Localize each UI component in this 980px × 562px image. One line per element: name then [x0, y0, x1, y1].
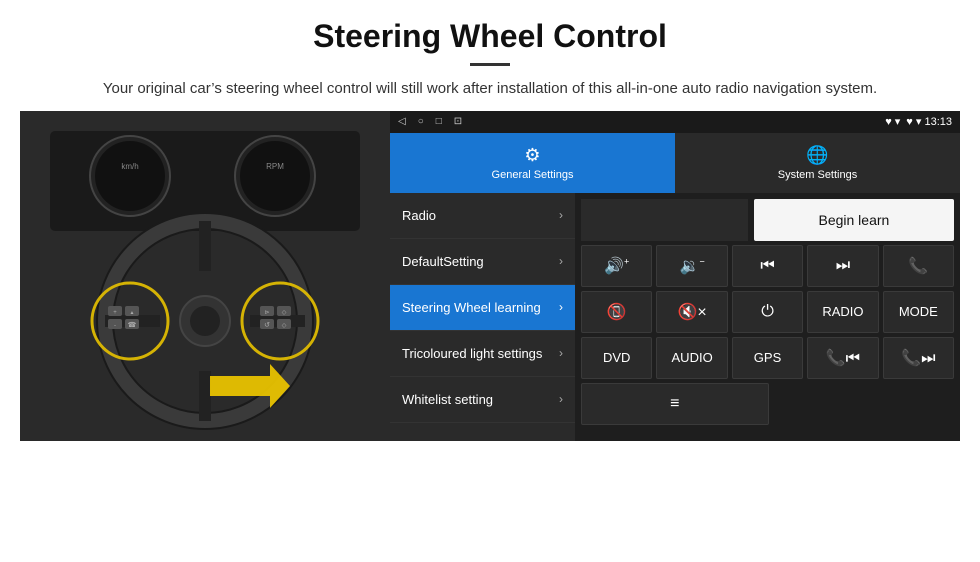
- tab-system-settings[interactable]: 🌐 System Settings: [675, 133, 960, 193]
- svg-text:km/h: km/h: [121, 162, 138, 171]
- sidebar: Radio › DefaultSetting › Steering Wheel …: [390, 193, 575, 441]
- steering-wheel-image: km/h RPM: [20, 111, 390, 441]
- power-icon: ⏻: [761, 303, 774, 321]
- general-settings-icon: ⚙: [524, 145, 540, 166]
- tab-general-label: General Settings: [492, 169, 574, 181]
- audio-button[interactable]: AUDIO: [656, 337, 727, 379]
- chevron-icon: ›: [559, 300, 563, 314]
- chevron-icon: ›: [559, 254, 563, 268]
- audio-label: AUDIO: [672, 350, 713, 365]
- device-panel: ◁ ○ □ ⊡ ♥ ▾ ♥ ▾ 13:13 ⚙ General Settings…: [390, 111, 960, 441]
- tel-prev-button[interactable]: 📞⏮: [807, 337, 878, 379]
- gps-button[interactable]: GPS: [732, 337, 803, 379]
- sidebar-item-default[interactable]: DefaultSetting ›: [390, 239, 575, 285]
- tab-system-label: System Settings: [778, 169, 857, 181]
- control-row-2: 📵 🔇× ⏻ RADIO MODE: [581, 291, 954, 333]
- svg-text:-: -: [114, 323, 116, 329]
- sidebar-default-label: DefaultSetting: [402, 254, 484, 269]
- time-display: ♥ ▾ 13:13: [906, 115, 952, 128]
- svg-text:+: +: [113, 310, 117, 316]
- tab-general-settings[interactable]: ⚙ General Settings: [390, 133, 675, 193]
- page-title: Steering Wheel Control: [40, 18, 940, 55]
- home-icon[interactable]: ○: [418, 116, 424, 127]
- control-row-3: DVD AUDIO GPS 📞⏮ 📞⏭: [581, 337, 954, 379]
- svg-text:☎: ☎: [128, 321, 137, 329]
- signal-icon: ♥ ▾: [885, 115, 900, 128]
- control-panel: Begin learn 🔊+ 🔉− ⏮ ⏭: [575, 193, 960, 441]
- radio-button[interactable]: RADIO: [807, 291, 878, 333]
- tel-next-button[interactable]: 📞⏭: [883, 337, 954, 379]
- hangup-button[interactable]: 📵: [581, 291, 652, 333]
- next-track-button[interactable]: ⏭: [807, 245, 878, 287]
- prev-track-icon: ⏮: [760, 257, 774, 275]
- phone-answer-button[interactable]: 📞: [883, 245, 954, 287]
- mode-label: MODE: [899, 304, 938, 319]
- list-button[interactable]: ≡: [581, 383, 769, 425]
- svg-text:◇: ◇: [282, 310, 287, 316]
- mute-icon: 🔇×: [677, 302, 706, 322]
- back-icon[interactable]: ◁: [398, 116, 406, 127]
- sidebar-steering-label: Steering Wheel learning: [402, 300, 541, 315]
- list-icon: ≡: [670, 395, 679, 413]
- mode-button[interactable]: MODE: [883, 291, 954, 333]
- content-area: km/h RPM: [0, 111, 980, 451]
- mute-button[interactable]: 🔇×: [656, 291, 727, 333]
- dvd-button[interactable]: DVD: [581, 337, 652, 379]
- power-button[interactable]: ⏻: [732, 291, 803, 333]
- begin-learn-row: Begin learn: [581, 199, 954, 241]
- hangup-icon: 📵: [607, 302, 627, 322]
- begin-learn-spacer: [581, 199, 748, 241]
- status-bar: ◁ ○ □ ⊡ ♥ ▾ ♥ ▾ 13:13: [390, 111, 960, 133]
- svg-text:⊳: ⊳: [264, 310, 269, 316]
- begin-learn-button[interactable]: Begin learn: [754, 199, 954, 241]
- gps-label: GPS: [754, 350, 781, 365]
- control-row-extra: ≡: [581, 383, 954, 425]
- sidebar-item-tricoloured[interactable]: Tricoloured light settings ›: [390, 331, 575, 377]
- page-subtitle: Your original car’s steering wheel contr…: [40, 78, 940, 101]
- volume-up-icon: 🔊+: [604, 256, 629, 276]
- sidebar-tricoloured-label: Tricoloured light settings: [402, 346, 542, 361]
- sidebar-radio-label: Radio: [402, 208, 436, 223]
- dvd-label: DVD: [603, 350, 630, 365]
- menu-icon[interactable]: ⊡: [454, 116, 462, 127]
- svg-text:▲: ▲: [130, 310, 135, 316]
- divider: [470, 63, 510, 66]
- system-settings-icon: 🌐: [806, 145, 828, 166]
- volume-down-icon: 🔉−: [680, 256, 705, 276]
- svg-text:RPM: RPM: [266, 162, 284, 171]
- recents-icon[interactable]: □: [436, 116, 442, 127]
- status-bar-info: ♥ ▾ ♥ ▾ 13:13: [885, 115, 952, 128]
- main-content: Radio › DefaultSetting › Steering Wheel …: [390, 193, 960, 441]
- prev-track-button[interactable]: ⏮: [732, 245, 803, 287]
- tel-next-icon: 📞⏭: [901, 348, 935, 368]
- svg-text:◇: ◇: [282, 323, 287, 329]
- chevron-icon: ›: [559, 208, 563, 222]
- radio-label: RADIO: [822, 304, 863, 319]
- control-row-1: 🔊+ 🔉− ⏮ ⏭ 📞: [581, 245, 954, 287]
- svg-text:↺: ↺: [264, 322, 270, 329]
- nav-tabs: ⚙ General Settings 🌐 System Settings: [390, 133, 960, 193]
- sidebar-item-whitelist[interactable]: Whitelist setting ›: [390, 377, 575, 423]
- volume-up-button[interactable]: 🔊+: [581, 245, 652, 287]
- chevron-icon: ›: [559, 346, 563, 360]
- page-header: Steering Wheel Control Your original car…: [0, 0, 980, 111]
- sidebar-whitelist-label: Whitelist setting: [402, 392, 493, 407]
- phone-answer-icon: 📞: [908, 256, 928, 276]
- tel-prev-icon: 📞⏮: [826, 348, 860, 368]
- sidebar-item-radio[interactable]: Radio ›: [390, 193, 575, 239]
- status-bar-nav: ◁ ○ □ ⊡: [398, 116, 462, 127]
- sidebar-item-steering[interactable]: Steering Wheel learning ›: [390, 285, 575, 331]
- chevron-icon: ›: [559, 392, 563, 406]
- next-track-icon: ⏭: [836, 257, 850, 275]
- volume-down-button[interactable]: 🔉−: [656, 245, 727, 287]
